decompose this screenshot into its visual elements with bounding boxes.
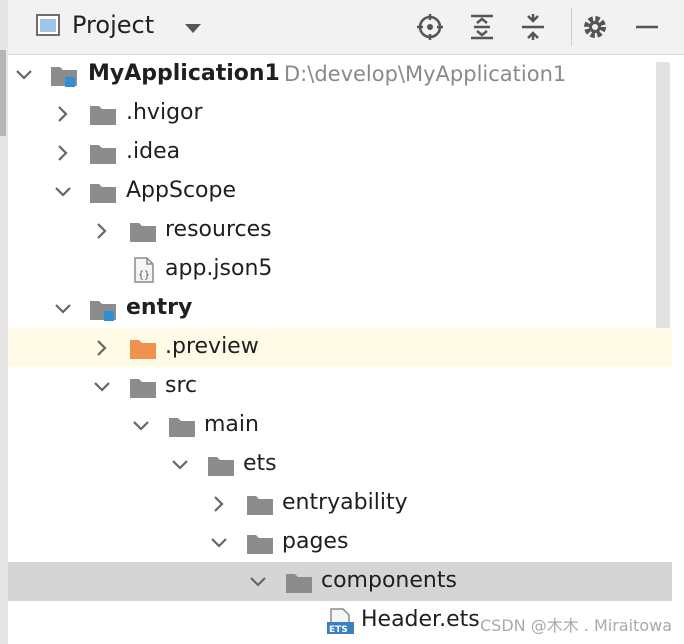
folder-icon [88, 100, 118, 128]
project-path: D:\develop\MyApplication1 [284, 62, 567, 86]
tree-label-entryability: entryability [282, 490, 408, 515]
side-tool-strip [0, 0, 8, 644]
tree-row-appscope[interactable]: AppScope [8, 172, 672, 211]
tree-row-idea[interactable]: .idea [8, 133, 672, 172]
chevron-down-icon[interactable] [248, 572, 268, 592]
tree-label-ets: ets [243, 451, 277, 476]
tree-label-header: Header.ets [361, 607, 480, 632]
folder-icon [206, 451, 236, 479]
svg-text:{}: {} [138, 270, 150, 281]
tree-label-components: components [321, 568, 457, 593]
chevron-right-icon[interactable] [92, 221, 112, 241]
project-view-icon [36, 14, 60, 36]
tree-label-root: MyApplication1 [88, 61, 280, 86]
tree-row-pages[interactable]: pages [8, 523, 672, 562]
tree-row-main[interactable]: main [8, 406, 672, 445]
tree-row-src[interactable]: src [8, 367, 672, 406]
tree-row-entryability[interactable]: entryability [8, 484, 672, 523]
chevron-right-icon[interactable] [92, 338, 112, 358]
chevron-right-icon[interactable] [209, 494, 229, 514]
chevron-down-icon[interactable] [92, 377, 112, 397]
toolbar-separator [571, 8, 572, 46]
module-folder-icon [49, 61, 79, 89]
tree-row-resources[interactable]: resources [8, 211, 672, 250]
folder-icon [128, 217, 158, 245]
tree-label-hvigor: .hvigor [126, 100, 203, 125]
project-tree: MyApplication1 D:\develop\MyApplication1… [8, 55, 672, 644]
excluded-folder-icon [128, 334, 158, 362]
ets-file-icon: ETS [326, 607, 356, 635]
chevron-down-icon[interactable] [131, 416, 151, 436]
project-panel-header: Project [8, 0, 684, 55]
tree-row-ets[interactable]: ets [8, 445, 672, 484]
panel-title[interactable]: Project [72, 11, 154, 39]
minimize-icon[interactable] [633, 12, 661, 42]
chevron-down-icon[interactable] [170, 455, 190, 475]
side-tool-marker[interactable] [0, 50, 6, 136]
module-folder-icon [88, 295, 118, 323]
chevron-right-icon[interactable] [53, 143, 73, 163]
tree-row-components[interactable]: components [8, 562, 672, 601]
chevron-down-icon[interactable] [181, 15, 205, 39]
folder-icon [245, 490, 275, 518]
tree-label-appjson: app.json5 [165, 256, 273, 281]
tree-label-resources: resources [165, 217, 272, 242]
locate-icon[interactable] [416, 12, 444, 42]
folder-icon [284, 568, 314, 596]
tree-label-entry: entry [126, 295, 193, 320]
tree-label-src: src [165, 373, 198, 398]
tree-row-root[interactable]: MyApplication1 D:\develop\MyApplication1 [8, 55, 672, 94]
tree-label-appscope: AppScope [126, 178, 236, 203]
watermark: CSDN @木木 . Miraitowa [480, 616, 672, 635]
folder-icon [88, 139, 118, 167]
json-file-icon: {} [130, 256, 160, 284]
collapse-all-icon[interactable] [519, 12, 547, 42]
tree-label-idea: .idea [126, 139, 181, 164]
tree-label-pages: pages [282, 529, 349, 554]
chevron-down-icon[interactable] [14, 65, 34, 85]
chevron-down-icon[interactable] [53, 299, 73, 319]
expand-all-icon[interactable] [468, 12, 496, 42]
tree-label-preview: .preview [165, 334, 259, 359]
chevron-down-icon[interactable] [209, 533, 229, 553]
tree-row-preview[interactable]: .preview [8, 328, 672, 367]
tree-row-hvigor[interactable]: .hvigor [8, 94, 672, 133]
gear-icon[interactable] [581, 12, 609, 42]
folder-icon [245, 529, 275, 557]
tree-row-appjson[interactable]: {} app.json5 [8, 250, 672, 289]
tree-row-entry[interactable]: entry [8, 289, 672, 328]
chevron-right-icon[interactable] [53, 104, 73, 124]
folder-icon [167, 412, 197, 440]
svg-text:ETS: ETS [329, 625, 348, 635]
folder-icon [128, 373, 158, 401]
chevron-down-icon[interactable] [53, 182, 73, 202]
tree-label-main: main [204, 412, 259, 437]
folder-icon [88, 178, 118, 206]
